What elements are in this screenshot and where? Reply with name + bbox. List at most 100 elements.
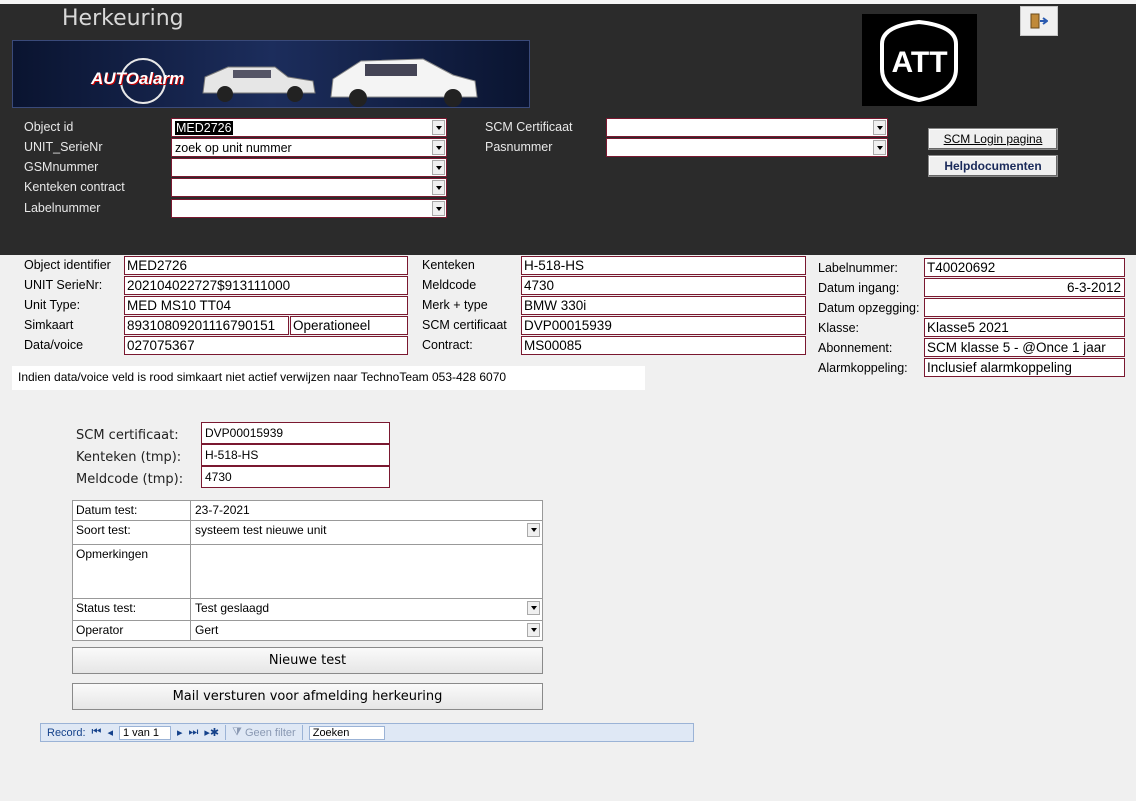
unit-type-field[interactable]: MED MS10 TT04 (124, 296, 408, 315)
unit-serienr-value: zoek op unit nummer (175, 140, 292, 155)
kenteken-contract-combo[interactable] (171, 178, 447, 197)
att-logo-text: ATT (891, 46, 948, 79)
chevron-down-icon[interactable] (432, 140, 445, 155)
scm-certificaat-combo[interactable] (606, 118, 888, 137)
form-title: Herkeuring (62, 6, 184, 31)
labelnummer-label: Labelnummer (24, 201, 101, 215)
test-row-operator: Operator Gert (73, 621, 542, 641)
chevron-down-icon[interactable] (873, 140, 886, 155)
exit-door-icon (1030, 13, 1048, 29)
simkaart-label: Simkaart (24, 318, 74, 332)
record-label: Record: (47, 726, 86, 739)
search-input[interactable]: Zoeken (308, 725, 385, 740)
gsmnummer-combo[interactable] (171, 158, 447, 177)
top-strip (0, 0, 1136, 4)
chevron-down-icon[interactable] (527, 601, 540, 615)
pasnummer-combo[interactable] (606, 138, 888, 157)
test-scm-field[interactable]: DVP00015939 (201, 422, 390, 444)
scm-certificaat-field[interactable]: DVP00015939 (521, 316, 806, 335)
object-identifier-label: Object identifier (24, 258, 111, 272)
test-kenteken-label: Kenteken (tmp): (76, 450, 182, 465)
status-test-label: Status test: (73, 599, 191, 620)
operator-combo[interactable]: Gert (191, 621, 542, 641)
meldcode-field[interactable]: 4730 (521, 276, 806, 295)
test-row-status: Status test: Test geslaagd (73, 599, 542, 621)
kenteken-field[interactable]: H-518-HS (521, 256, 806, 275)
chevron-down-icon[interactable] (432, 120, 445, 135)
chevron-down-icon[interactable] (527, 523, 540, 537)
nieuwe-test-button[interactable]: Nieuwe test (72, 647, 543, 674)
soort-test-label: Soort test: (73, 521, 191, 544)
chevron-down-icon[interactable] (527, 623, 540, 637)
test-kenteken-field[interactable]: H-518-HS (201, 444, 390, 466)
labelnummer-field[interactable]: T40020692 (924, 258, 1125, 277)
datum-opzegging-field[interactable] (924, 298, 1125, 317)
alarmkoppeling-field[interactable]: Inclusief alarmkoppeling (924, 358, 1125, 377)
unit-serienr-label: UNIT_SerieNr (24, 140, 103, 154)
alarmkoppeling-label: Alarmkoppeling: (818, 361, 908, 375)
kenteken-label: Kenteken (422, 258, 475, 272)
test-detail-grid: Datum test: 23-7-2021 Soort test: systee… (72, 500, 543, 641)
help-documents-button[interactable]: Helpdocumenten (928, 155, 1058, 177)
object-identifier-field[interactable]: MED2726 (124, 256, 408, 275)
labelnummer-combo[interactable] (171, 199, 447, 218)
mail-afmelding-button[interactable]: Mail versturen voor afmelding herkeuring (72, 683, 543, 710)
object-id-label: Object id (24, 120, 74, 134)
last-record-icon[interactable]: ⏭ (189, 726, 199, 739)
test-row-opmerkingen: Opmerkingen (73, 545, 542, 599)
data-voice-note: Indien data/voice veld is rood simkaart … (12, 366, 645, 390)
kenteken-contract-label: Kenteken contract (24, 180, 125, 194)
unit-serienr-combo[interactable]: zoek op unit nummer (171, 138, 447, 157)
object-id-combo[interactable]: MED2726 (171, 118, 447, 137)
autoalarm-logo-text: AUTOalarm (91, 69, 185, 88)
new-record-icon[interactable]: ▸✱ (204, 726, 219, 739)
datum-test-field[interactable]: 23-7-2021 (191, 501, 542, 520)
filter-icon[interactable]: ⧩ (232, 726, 242, 739)
test-row-datum: Datum test: 23-7-2021 (73, 501, 542, 521)
record-navigation-bar: Record: ⏮ ◂ 1 van 1 ▸ ⏭ ▸✱ ⧩ Geen filter… (40, 723, 694, 742)
test-scm-label: SCM certificaat: (76, 428, 179, 443)
contract-label: Contract: (422, 338, 473, 352)
chevron-down-icon[interactable] (432, 201, 445, 216)
filter-status[interactable]: Geen filter (245, 727, 296, 739)
gsmnummer-label: GSMnummer (24, 160, 99, 174)
soort-test-combo[interactable]: systeem test nieuwe unit (191, 521, 542, 544)
data-voice-field[interactable]: 027075367 (124, 336, 408, 355)
pasnummer-label: Pasnummer (485, 140, 553, 154)
contract-field[interactable]: MS00085 (521, 336, 806, 355)
unit-serienr-info-label: UNIT SerieNr: (24, 278, 103, 292)
merk-type-field[interactable]: BMW 330i (521, 296, 806, 315)
test-meldcode-field[interactable]: 4730 (201, 466, 390, 488)
opmerkingen-field[interactable] (191, 545, 542, 598)
datum-test-label: Datum test: (73, 501, 191, 520)
labelnummer-info-label: Labelnummer: (818, 261, 898, 275)
object-id-value: MED2726 (175, 120, 233, 135)
meldcode-label: Meldcode (422, 278, 477, 292)
chevron-down-icon[interactable] (432, 180, 445, 195)
chevron-down-icon[interactable] (873, 120, 886, 135)
simkaart-status-field[interactable]: Operationeel (290, 316, 408, 335)
simkaart-field[interactable]: 89310809201116790151 (124, 316, 289, 335)
nav-separator (225, 725, 227, 740)
chevron-down-icon[interactable] (432, 160, 445, 175)
datum-opzegging-label: Datum opzegging: (818, 301, 920, 315)
operator-label: Operator (73, 621, 191, 641)
unit-serienr-field[interactable]: 202104022727$913111000 (124, 276, 408, 295)
current-record-field[interactable]: 1 van 1 (118, 725, 171, 740)
unit-type-label: Unit Type: (24, 298, 81, 312)
datum-ingang-label: Datum ingang: (818, 281, 900, 295)
att-logo: ATT (862, 14, 977, 106)
status-test-combo[interactable]: Test geslaagd (191, 599, 542, 620)
klasse-field[interactable]: Klasse5 2021 (924, 318, 1125, 337)
next-record-icon[interactable]: ▸ (177, 726, 183, 739)
nav-separator (301, 725, 303, 740)
banner-image: AUTOalarm (12, 40, 530, 108)
first-record-icon[interactable]: ⏮ (92, 726, 102, 739)
previous-record-icon[interactable]: ◂ (107, 726, 113, 739)
exit-button[interactable] (1020, 6, 1058, 36)
abonnement-field[interactable]: SCM klasse 5 - @Once 1 jaar (924, 338, 1125, 357)
datum-ingang-field[interactable]: 6-3-2012 (924, 278, 1125, 297)
scm-login-button[interactable]: SCM Login pagina (928, 128, 1058, 150)
scm-certificaat-info-label: SCM certificaat (422, 318, 507, 332)
abonnement-label: Abonnement: (818, 341, 893, 355)
